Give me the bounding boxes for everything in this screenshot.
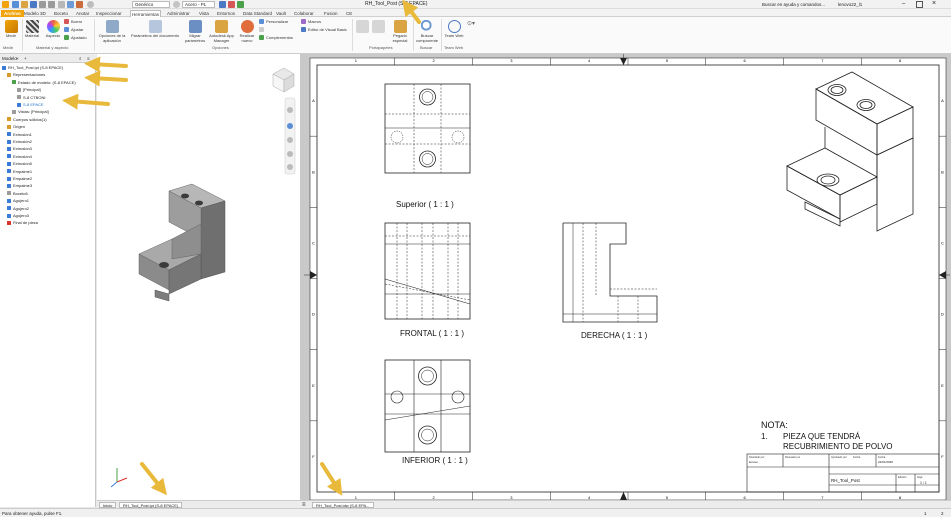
annotation-arrows xyxy=(62,0,421,496)
inventor-window: Genérico Acero - PL RH_Tool_Post (S-8 EP… xyxy=(0,0,951,517)
annotation-overlay xyxy=(62,0,421,496)
